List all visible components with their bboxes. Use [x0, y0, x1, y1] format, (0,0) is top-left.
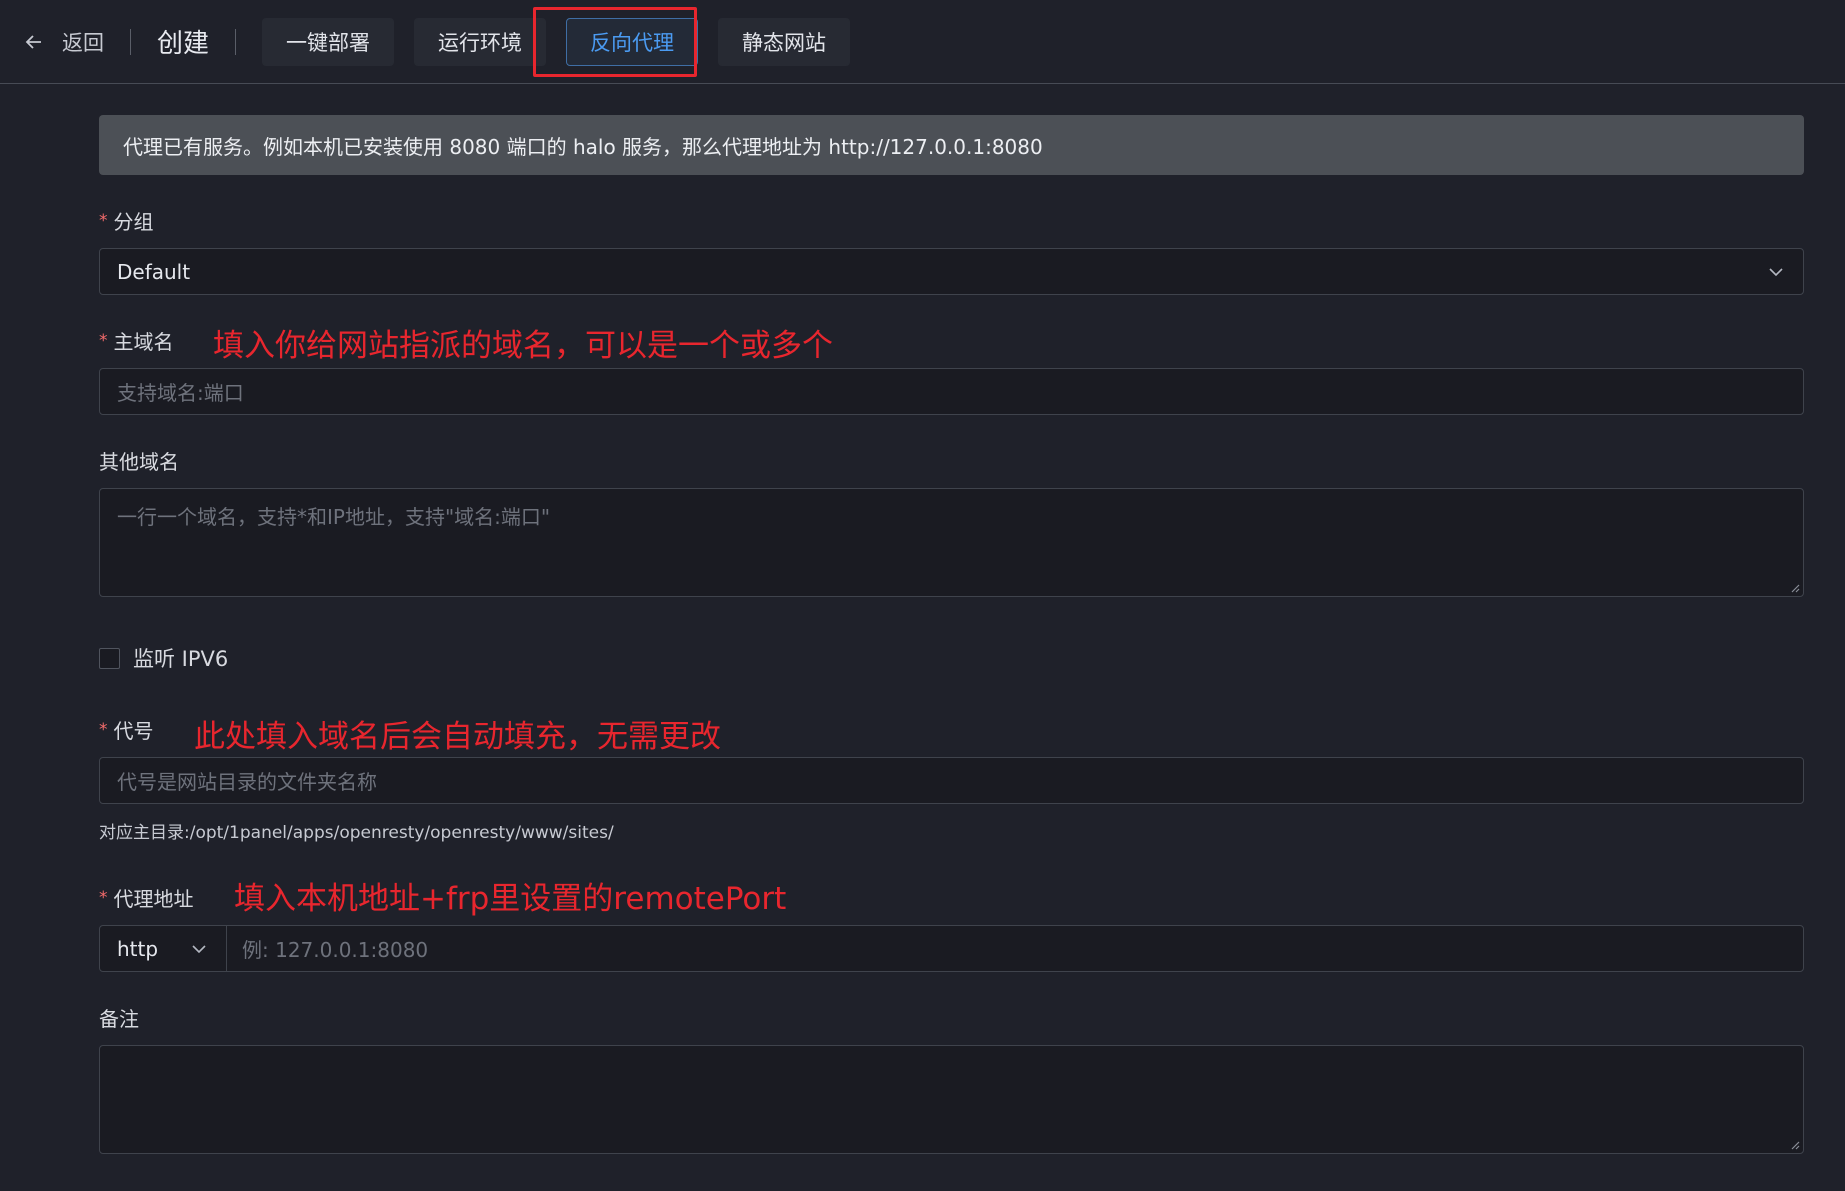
alias-hint: 对应主目录:/opt/1panel/apps/openresty/openres…: [99, 823, 614, 843]
group-label-text: 分组: [113, 210, 154, 234]
ipv6-checkbox[interactable]: [99, 647, 120, 669]
group-label: * 分组: [99, 206, 154, 235]
tab-one-click-deploy[interactable]: 一键部署: [262, 17, 395, 66]
chevron-down-icon: [1769, 268, 1783, 277]
proxy-address-placeholder: 例: 127.0.0.1:8080: [242, 938, 429, 962]
primary-domain-placeholder: 支持域名:端口: [117, 381, 244, 405]
ipv6-checkbox-row[interactable]: 监听 IPV6: [99, 643, 228, 673]
required-mark: *: [99, 330, 108, 351]
other-domains-placeholder: 一行一个域名，支持*和IP地址，支持"域名:端口": [117, 505, 551, 529]
other-domains-label-text: 其他域名: [99, 450, 179, 474]
remark-label-text: 备注: [99, 1007, 139, 1031]
proxy-address-input[interactable]: 例: 127.0.0.1:8080: [227, 926, 1803, 971]
proxy-address-group: http 例: 127.0.0.1:8080: [99, 925, 1804, 972]
alias-label-text: 代号: [113, 719, 154, 743]
back-label: 返回: [62, 30, 104, 55]
tab-runtime[interactable]: 运行环境: [414, 17, 547, 66]
primary-domain-label-text: 主域名: [113, 330, 174, 354]
resize-handle-icon[interactable]: [1789, 582, 1800, 593]
group-value: Default: [117, 259, 191, 284]
annotation-primary-domain: 填入你给网站指派的域名，可以是一个或多个: [213, 328, 833, 364]
primary-domain-label: * 主域名: [99, 326, 174, 355]
divider: [235, 28, 237, 55]
remark-textarea[interactable]: [99, 1045, 1804, 1154]
arrow-left-icon: [25, 34, 41, 49]
form-container: 代理已有服务。例如本机已安装使用 8080 端口的 halo 服务，那么代理地址…: [99, 115, 1804, 1154]
alias-input[interactable]: 代号是网站目录的文件夹名称: [99, 757, 1804, 804]
proxy-label-text: 代理地址: [113, 887, 194, 911]
highlight-box: [533, 7, 697, 77]
resize-handle-icon[interactable]: [1789, 1139, 1800, 1150]
required-mark: *: [99, 887, 108, 908]
primary-domain-input[interactable]: 支持域名:端口: [99, 368, 1804, 415]
chevron-down-icon: [192, 945, 206, 954]
required-mark: *: [99, 210, 108, 231]
proxy-label: * 代理地址: [99, 883, 194, 912]
other-domains-label: 其他域名: [99, 446, 179, 475]
alias-placeholder: 代号是网站目录的文件夹名称: [117, 770, 377, 794]
protocol-select[interactable]: http: [100, 926, 227, 971]
top-bar: 返回 创建 一键部署 运行环境 反向代理 静态网站: [0, 0, 1845, 84]
annotation-proxy: 填入本机地址+frp里设置的remotePort: [234, 881, 787, 917]
remark-label: 备注: [99, 1003, 139, 1032]
back-button[interactable]: 返回: [24, 27, 104, 57]
annotation-alias: 此处填入域名后会自动填充，无需更改: [194, 719, 721, 755]
tab-static-site[interactable]: 静态网站: [718, 17, 851, 66]
page-title: 创建: [157, 29, 210, 59]
protocol-value: http: [117, 936, 159, 961]
ipv6-label: 监听 IPV6: [133, 647, 229, 671]
group-select[interactable]: Default: [99, 248, 1804, 295]
divider: [130, 28, 131, 55]
required-mark: *: [99, 719, 108, 740]
alias-label: * 代号: [99, 715, 154, 744]
info-alert: 代理已有服务。例如本机已安装使用 8080 端口的 halo 服务，那么代理地址…: [99, 115, 1804, 175]
other-domains-textarea[interactable]: 一行一个域名，支持*和IP地址，支持"域名:端口": [99, 488, 1804, 597]
